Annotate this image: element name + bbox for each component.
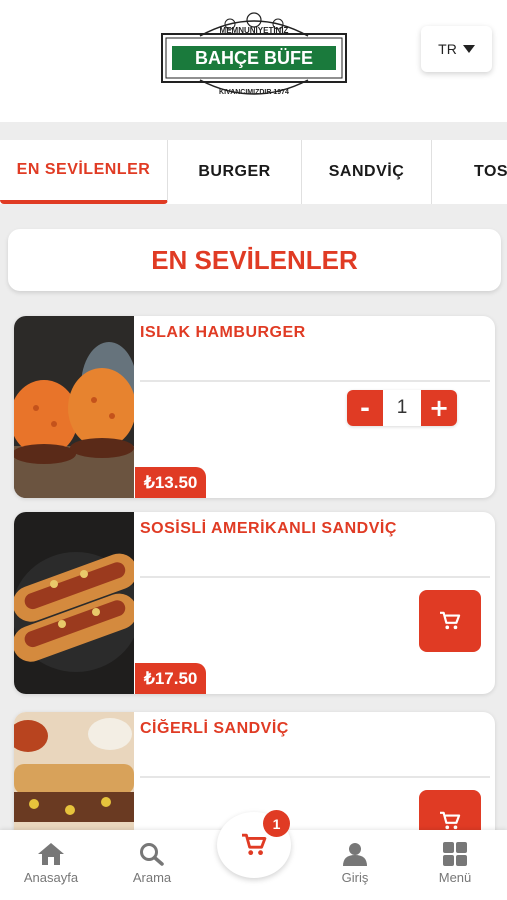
section-title: EN SEVİLENLER bbox=[8, 229, 501, 291]
divider bbox=[140, 776, 490, 778]
language-selector[interactable]: TR bbox=[421, 26, 492, 72]
cart-icon bbox=[440, 611, 461, 630]
nav-menu[interactable]: Menü bbox=[410, 842, 500, 885]
cart-icon bbox=[242, 833, 267, 856]
logo-brand: BAHÇE BÜFE bbox=[195, 48, 313, 68]
nav-search[interactable]: Arama bbox=[107, 842, 197, 885]
bahce-bufe-logo[interactable]: MEMNUNİYETİNİZ BAHÇE BÜFE KIVANCIMIZDIR … bbox=[160, 8, 348, 108]
nav-login[interactable]: Giriş bbox=[310, 842, 400, 885]
product-name: CİĞERLİ SANDVİÇ bbox=[140, 720, 289, 737]
nav-home-label: Anasayfa bbox=[23, 870, 79, 885]
header: MEMNUNİYETİNİZ BAHÇE BÜFE KIVANCIMIZDIR … bbox=[0, 0, 507, 122]
divider bbox=[140, 380, 490, 382]
product-name: SOSİSLİ AMERİKANLI SANDVİÇ bbox=[140, 520, 397, 537]
cart-icon bbox=[440, 811, 461, 830]
product-card-islak-hamburger[interactable]: ISLAK HAMBURGER - 1 + ₺13.50 bbox=[14, 316, 495, 498]
nav-home[interactable]: Anasayfa bbox=[6, 842, 96, 885]
search-icon bbox=[140, 843, 164, 866]
product-price: ₺13.50 bbox=[135, 467, 207, 498]
category-tabs: EN SEVİLENLER BURGER SANDVİÇ TOS bbox=[0, 140, 507, 204]
logo-bottom-text: KIVANCIMIZDIR 1974 bbox=[219, 89, 289, 96]
language-label: TR bbox=[438, 41, 457, 57]
product-name: ISLAK HAMBURGER bbox=[140, 324, 306, 341]
add-to-cart-button[interactable] bbox=[419, 590, 481, 652]
decrease-button[interactable]: - bbox=[347, 390, 383, 426]
nav-menu-label: Menü bbox=[438, 870, 472, 885]
quantity-value: 1 bbox=[383, 390, 421, 426]
nav-search-label: Arama bbox=[132, 870, 172, 885]
tab-tost[interactable]: TOS bbox=[432, 140, 507, 204]
tab-en-sevilenler[interactable]: EN SEVİLENLER bbox=[0, 140, 168, 204]
hotdog-photo-icon bbox=[14, 512, 134, 694]
user-icon bbox=[343, 843, 367, 866]
divider bbox=[140, 576, 490, 578]
cart-count-badge: 1 bbox=[263, 810, 290, 837]
burger-photo-icon bbox=[14, 316, 134, 498]
tab-burger[interactable]: BURGER bbox=[168, 140, 302, 204]
caret-down-icon bbox=[462, 45, 475, 53]
grid-menu-icon bbox=[443, 842, 467, 866]
nav-login-label: Giriş bbox=[341, 870, 369, 885]
product-price: ₺17.50 bbox=[135, 663, 207, 694]
product-card-sosisli-amerikanli[interactable]: SOSİSLİ AMERİKANLI SANDVİÇ ₺17.50 bbox=[14, 512, 495, 694]
tab-sandvic[interactable]: SANDVİÇ bbox=[302, 140, 432, 204]
home-icon bbox=[38, 843, 64, 865]
logo-top-text: MEMNUNİYETİNİZ bbox=[220, 26, 289, 35]
quantity-stepper: - 1 + bbox=[347, 390, 457, 426]
increase-button[interactable]: + bbox=[421, 390, 457, 426]
